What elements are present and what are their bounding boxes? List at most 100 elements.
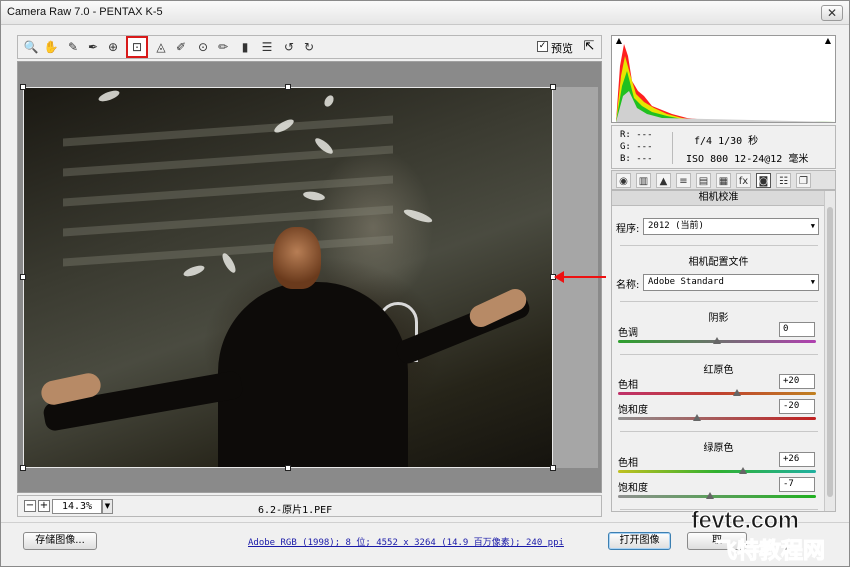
preferences-tool-icon[interactable]: ☰ — [258, 38, 276, 56]
close-button[interactable]: ✕ — [821, 5, 843, 21]
red-hue-slider[interactable] — [618, 392, 816, 395]
tab-basic[interactable]: ◉ — [616, 173, 631, 188]
chevron-down-icon: ▼ — [810, 278, 815, 286]
window-title: Camera Raw 7.0 - PENTAX K-5 — [7, 6, 163, 18]
green-saturation-slider[interactable] — [618, 495, 816, 498]
camera-calibration-panel: 相机校准 程序: 2012 (当前) ▼ 相机配置文件 名称: Adobe St… — [611, 190, 836, 512]
tab-detail[interactable]: ▲ — [656, 173, 671, 188]
process-select[interactable]: 2012 (当前) ▼ — [643, 218, 819, 235]
red-saturation-label: 饱和度 — [618, 405, 648, 416]
image-canvas[interactable] — [17, 61, 602, 493]
crop-handle[interactable] — [285, 84, 291, 90]
green-hue-label: 色相 — [618, 458, 638, 469]
red-hue-label: 色相 — [618, 380, 638, 391]
crop-frame[interactable] — [23, 87, 553, 468]
zoom-out-button[interactable]: − — [24, 500, 36, 512]
save-image-button[interactable]: 存储图像... — [23, 532, 97, 550]
panel-scrollbar[interactable] — [824, 191, 835, 511]
preview-checkbox[interactable]: ✓ — [537, 41, 548, 52]
process-value: 2012 (当前) — [648, 221, 704, 231]
watermark-name: 飞特教程网 — [714, 539, 826, 565]
histogram-green — [616, 71, 835, 122]
tab-snapshots[interactable]: ❐ — [796, 173, 811, 188]
panel-title: 相机校准 — [612, 191, 825, 206]
annotation-arrow-icon — [554, 271, 564, 283]
green-hue-slider[interactable] — [618, 470, 816, 473]
red-hue-thumb[interactable] — [732, 389, 741, 396]
file-name: 6.2-原片1.PEF — [258, 505, 333, 516]
divider — [672, 132, 673, 164]
tab-presets[interactable]: ☷ — [776, 173, 791, 188]
tab-tone-curve[interactable]: ▥ — [636, 173, 651, 188]
rotate-cw-tool-icon[interactable]: ↻ — [300, 38, 318, 56]
green-saturation-field[interactable]: -7 — [779, 477, 815, 492]
profile-value: Adobe Standard — [648, 277, 724, 287]
workflow-options-link[interactable]: Adobe RGB (1998); 8 位; 4552 x 3264 (14.9… — [248, 535, 564, 548]
watermark: fevte.com 飞特教程网 — [691, 507, 841, 565]
crop-tool-icon[interactable]: ⊡ — [126, 36, 148, 58]
scrollbar-thumb[interactable] — [827, 207, 833, 497]
divider — [620, 301, 818, 302]
green-hue-field[interactable]: +26 — [779, 452, 815, 467]
hand-tool-icon[interactable]: ✋ — [42, 38, 60, 56]
readout-g: G: --- — [620, 142, 653, 152]
graduated-filter-tool-icon[interactable]: ▮ — [236, 38, 254, 56]
shadow-tint-field[interactable]: 0 — [779, 322, 815, 337]
crop-handle[interactable] — [20, 274, 26, 280]
profile-name-label: 名称: — [616, 280, 640, 291]
crop-handle[interactable] — [550, 84, 556, 90]
crop-handle[interactable] — [20, 84, 26, 90]
camera-raw-window: Camera Raw 7.0 - PENTAX K-5 ✕ 🔍 ✋ ✎ ✒ ⊕ ⊡ ◬ ✐ ⊙ ✏… — [0, 0, 850, 567]
readout-r: R: --- — [620, 130, 653, 140]
iso-lens-info: ISO 800 12-24@12 毫米 — [686, 154, 809, 165]
red-saturation-field[interactable]: -20 — [779, 399, 815, 414]
title-bar: Camera Raw 7.0 - PENTAX K-5 ✕ — [1, 1, 849, 25]
tab-camera-calibration[interactable]: ◙ — [756, 173, 771, 188]
green-hue-thumb[interactable] — [738, 467, 747, 474]
green-saturation-label: 饱和度 — [618, 483, 648, 494]
open-image-button[interactable]: 打开图像 — [608, 532, 671, 550]
status-bar: − + 14.3% ▼ 6.2-原片1.PEF — [17, 495, 602, 517]
adjustment-brush-tool-icon[interactable]: ✏ — [214, 38, 232, 56]
histogram-graph — [616, 44, 835, 122]
watermark-site: fevte.com — [691, 507, 800, 535]
zoom-dropdown-icon[interactable]: ▼ — [102, 499, 113, 514]
zoom-tool-icon[interactable]: 🔍 — [22, 38, 40, 56]
panel-tabs: ◉ ▥ ▲ ≡ ▤ ▦ fx ◙ ☷ ❐ — [611, 170, 836, 190]
profile-select[interactable]: Adobe Standard ▼ — [643, 274, 819, 291]
crop-handle[interactable] — [550, 465, 556, 471]
zoom-in-button[interactable]: + — [38, 500, 50, 512]
tab-hsl[interactable]: ≡ — [676, 173, 691, 188]
preview-label: 预览 — [551, 42, 573, 55]
readout-b: B: --- — [620, 154, 653, 164]
red-saturation-thumb[interactable] — [693, 414, 702, 421]
red-saturation-slider[interactable] — [618, 417, 816, 420]
divider — [620, 354, 818, 355]
toolbar: 🔍 ✋ ✎ ✒ ⊕ ⊡ ◬ ✐ ⊙ ✏ ▮ ☰ ↺ ↻ ✓ 预览 ⇱ — [17, 35, 602, 59]
fullscreen-icon[interactable]: ⇱ — [580, 38, 598, 56]
divider — [620, 245, 818, 246]
shadow-clip-warning-icon[interactable]: ▲ — [614, 37, 624, 45]
crop-handle[interactable] — [20, 465, 26, 471]
divider — [620, 431, 818, 432]
tab-split-toning[interactable]: ▤ — [696, 173, 711, 188]
green-saturation-thumb[interactable] — [706, 492, 715, 499]
red-eye-tool-icon[interactable]: ⊙ — [194, 38, 212, 56]
annotation-arrow-line — [561, 276, 606, 278]
spot-removal-tool-icon[interactable]: ✐ — [172, 38, 190, 56]
straighten-tool-icon[interactable]: ◬ — [152, 38, 170, 56]
crop-handle[interactable] — [285, 465, 291, 471]
white-balance-tool-icon[interactable]: ✎ — [64, 38, 82, 56]
zoom-level-field[interactable]: 14.3% — [52, 499, 102, 514]
tab-effects[interactable]: fx — [736, 173, 751, 188]
target-adjustment-tool-icon[interactable]: ⊕ — [104, 38, 122, 56]
rotate-ccw-tool-icon[interactable]: ↺ — [280, 38, 298, 56]
shadow-tint-label: 色调 — [618, 328, 638, 339]
highlight-clip-warning-icon[interactable]: ▲ — [823, 37, 833, 45]
tab-lens-corrections[interactable]: ▦ — [716, 173, 731, 188]
color-sampler-tool-icon[interactable]: ✒ — [84, 38, 102, 56]
red-hue-field[interactable]: +20 — [779, 374, 815, 389]
exposure-info: f/4 1/30 秒 — [694, 136, 759, 147]
shadow-tint-thumb[interactable] — [713, 337, 721, 344]
histogram: ▲ ▲ — [611, 35, 836, 123]
